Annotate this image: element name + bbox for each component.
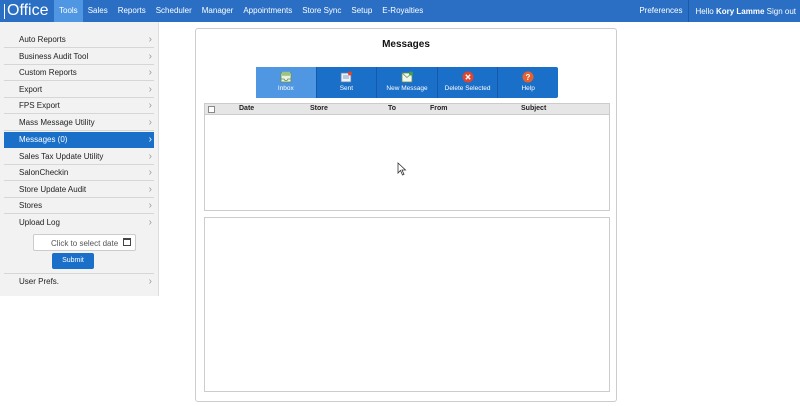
nav-tools[interactable]: Tools bbox=[54, 0, 83, 22]
sidebar-item-upload-log[interactable]: Upload Log › bbox=[4, 215, 154, 231]
sidebar-item-label: Custom Reports bbox=[19, 68, 77, 77]
main-nav: Tools Sales Reports Scheduler Manager Ap… bbox=[54, 0, 428, 22]
chevron-right-icon: › bbox=[148, 84, 152, 95]
sidebar-item-label: Business Audit Tool bbox=[19, 52, 89, 61]
sidebar-item-stores[interactable]: Stores › bbox=[4, 198, 154, 214]
inbox-icon bbox=[280, 71, 292, 83]
header-user-area: Preferences Hello Kory Lamme Sign out bbox=[633, 0, 796, 22]
sidebar-item-label: Mass Message Utility bbox=[19, 118, 95, 127]
column-to[interactable]: To bbox=[388, 105, 396, 112]
nav-store-sync[interactable]: Store Sync bbox=[297, 0, 346, 22]
sidebar-item-label: Store Update Audit bbox=[19, 185, 87, 194]
chevron-right-icon: › bbox=[148, 51, 152, 62]
nav-manager[interactable]: Manager bbox=[197, 0, 239, 22]
greeting-text: Hello bbox=[695, 6, 714, 16]
sidebar-item-fps-export[interactable]: FPS Export › bbox=[4, 98, 154, 114]
sidebar-item-label: Upload Log bbox=[19, 218, 60, 227]
toolbar-label: Help bbox=[521, 85, 535, 92]
new-message-button[interactable]: New Message bbox=[377, 67, 438, 98]
sidebar-item-export[interactable]: Export › bbox=[4, 82, 154, 98]
chevron-right-icon: › bbox=[148, 151, 152, 162]
column-from[interactable]: From bbox=[430, 105, 448, 112]
svg-text:?: ? bbox=[526, 73, 531, 82]
chevron-right-icon: › bbox=[148, 200, 152, 211]
messages-toolbar: Inbox Sent New Message Delete Selected ?… bbox=[256, 67, 558, 98]
help-button[interactable]: ? Help bbox=[498, 67, 558, 98]
select-all-checkbox[interactable] bbox=[208, 106, 215, 113]
message-preview-pane bbox=[204, 217, 610, 392]
date-placeholder: Click to select date bbox=[51, 239, 119, 248]
new-message-icon bbox=[401, 71, 413, 83]
messages-panel: Messages Inbox Sent New Message Delete S… bbox=[195, 28, 617, 402]
sent-button[interactable]: Sent bbox=[317, 67, 378, 98]
sidebar-item-store-update-audit[interactable]: Store Update Audit › bbox=[4, 182, 154, 198]
column-subject[interactable]: Subject bbox=[521, 105, 546, 112]
chevron-right-icon: › bbox=[148, 67, 152, 78]
submit-button[interactable]: Submit bbox=[52, 253, 94, 269]
nav-setup[interactable]: Setup bbox=[346, 0, 377, 22]
sidebar-item-label: Sales Tax Update Utility bbox=[19, 152, 104, 161]
date-picker-input[interactable]: Click to select date bbox=[33, 234, 136, 251]
toolbar-label: Inbox bbox=[277, 85, 294, 92]
chevron-right-icon: › bbox=[148, 100, 152, 111]
preferences-link[interactable]: Preferences bbox=[633, 0, 688, 22]
nav-e-royalties[interactable]: E-Royalties bbox=[377, 0, 428, 22]
sidebar-item-user-prefs[interactable]: User Prefs. › bbox=[4, 273, 154, 289]
inbox-button[interactable]: Inbox bbox=[256, 67, 317, 98]
sidebar-item-label: Export bbox=[19, 85, 43, 94]
sidebar-item-label: Auto Reports bbox=[19, 35, 66, 44]
sidebar-item-sales-tax-update-utility[interactable]: Sales Tax Update Utility › bbox=[4, 149, 154, 165]
sidebar-item-custom-reports[interactable]: Custom Reports › bbox=[4, 65, 154, 81]
top-navigation-bar: Office Tools Sales Reports Scheduler Man… bbox=[0, 0, 800, 22]
nav-scheduler[interactable]: Scheduler bbox=[151, 0, 197, 22]
sidebar-item-label: User Prefs. bbox=[19, 277, 60, 286]
chevron-right-icon: › bbox=[148, 184, 152, 195]
delete-icon bbox=[462, 71, 474, 83]
sidebar-item-messages[interactable]: Messages (0) › bbox=[4, 132, 154, 148]
toolbar-label: Delete Selected bbox=[444, 85, 491, 92]
chevron-right-icon: › bbox=[148, 167, 152, 178]
sidebar-item-label: SalonCheckin bbox=[19, 168, 69, 177]
delete-selected-button[interactable]: Delete Selected bbox=[438, 67, 499, 98]
sidebar-item-mass-message-utility[interactable]: Mass Message Utility › bbox=[4, 115, 154, 131]
greeting: Hello Kory Lamme Sign out bbox=[689, 7, 796, 16]
mouse-cursor-icon bbox=[397, 162, 407, 176]
calendar-icon[interactable] bbox=[123, 238, 131, 246]
nav-sales[interactable]: Sales bbox=[83, 0, 113, 22]
sidebar-item-auto-reports[interactable]: Auto Reports › bbox=[4, 32, 154, 48]
chevron-right-icon: › bbox=[148, 134, 152, 145]
chevron-right-icon: › bbox=[148, 117, 152, 128]
chevron-right-icon: › bbox=[148, 34, 152, 45]
app-logo[interactable]: Office bbox=[4, 1, 49, 21]
messages-list-header: Date Store To From Subject bbox=[205, 104, 609, 115]
user-name: Kory Lamme bbox=[715, 6, 765, 16]
sent-icon bbox=[340, 71, 353, 83]
toolbar-label: New Message bbox=[386, 85, 428, 92]
signout-link[interactable]: Sign out bbox=[767, 7, 796, 16]
sidebar-item-label: Messages (0) bbox=[19, 135, 68, 144]
toolbar-label: Sent bbox=[339, 85, 354, 92]
sidebar-item-label: FPS Export bbox=[19, 101, 60, 110]
chevron-right-icon: › bbox=[148, 276, 152, 287]
help-icon: ? bbox=[522, 71, 534, 83]
nav-reports[interactable]: Reports bbox=[113, 0, 151, 22]
sidebar-item-business-audit-tool[interactable]: Business Audit Tool › bbox=[4, 49, 154, 65]
sidebar-item-label: Stores bbox=[19, 201, 43, 210]
nav-appointments[interactable]: Appointments bbox=[238, 0, 297, 22]
column-date[interactable]: Date bbox=[239, 105, 254, 112]
messages-list: Date Store To From Subject bbox=[204, 103, 610, 211]
column-store[interactable]: Store bbox=[310, 105, 328, 112]
sidebar-item-saloncheckin[interactable]: SalonCheckin › bbox=[4, 165, 154, 181]
chevron-right-icon: › bbox=[148, 217, 152, 228]
page-title: Messages bbox=[382, 39, 430, 50]
